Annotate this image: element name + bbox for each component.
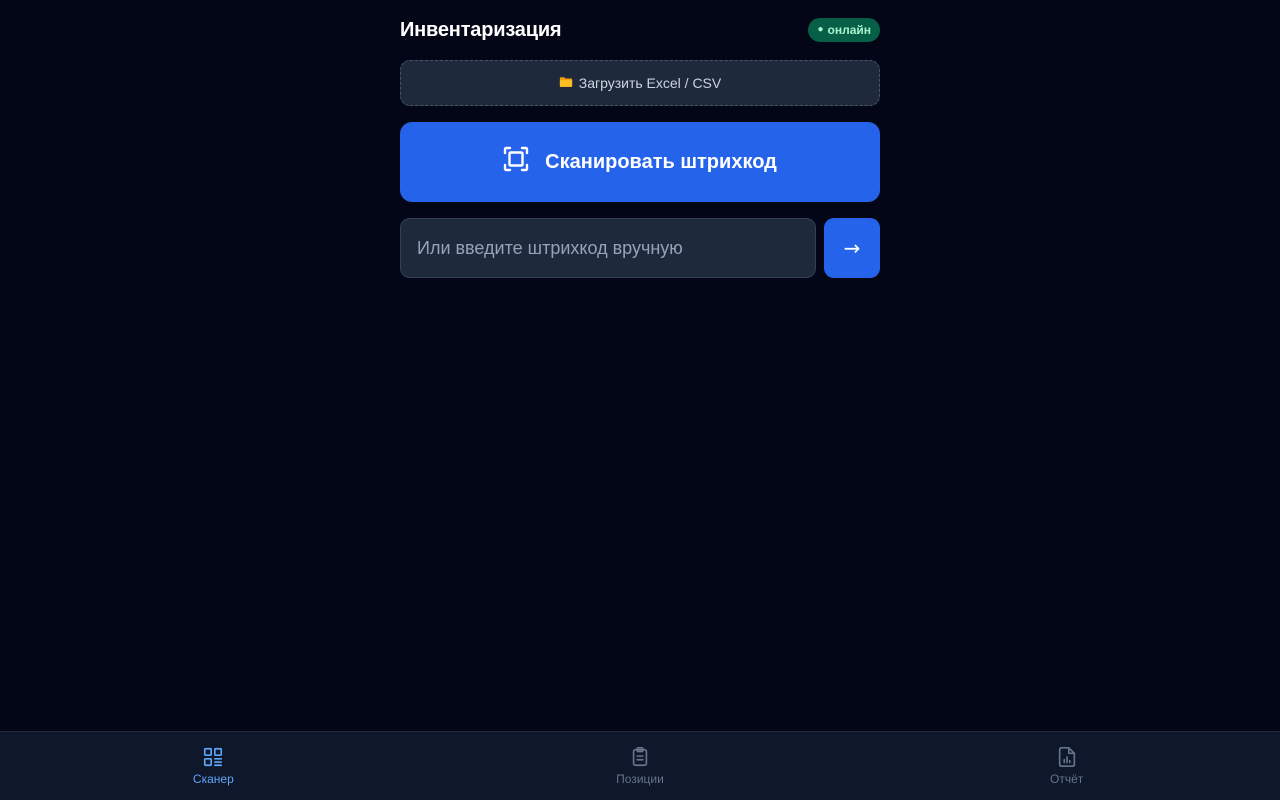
nav-label: Позиции — [616, 772, 664, 786]
bottom-nav: Сканер Позиции Отчёт — [0, 731, 1280, 800]
nav-label: Отчёт — [1050, 772, 1084, 786]
upload-file-button[interactable]: Загрузить Excel / CSV — [400, 60, 880, 106]
scan-label: Сканировать штрихкод — [545, 150, 777, 173]
header: Инвентаризация ● онлайн — [400, 0, 880, 60]
main-panel: Инвентаризация ● онлайн Загрузить Excel … — [400, 0, 880, 278]
folder-icon — [559, 75, 573, 92]
status-dot: ● — [817, 24, 824, 35]
barcode-input[interactable] — [400, 218, 816, 278]
scan-barcode-button[interactable]: Сканировать штрихкод — [400, 122, 880, 202]
status-label: онлайн — [827, 23, 872, 37]
nav-item-report[interactable]: Отчёт — [853, 732, 1280, 800]
nav-item-scanner[interactable]: Сканер — [0, 732, 427, 800]
app-root: Инвентаризация ● онлайн Загрузить Excel … — [0, 0, 1280, 800]
scanner-icon — [202, 746, 224, 768]
submit-barcode-button[interactable]: → — [824, 218, 880, 278]
nav-item-positions[interactable]: Позиции — [427, 732, 854, 800]
upload-label: Загрузить Excel / CSV — [578, 75, 722, 91]
nav-label: Сканер — [192, 772, 234, 786]
report-icon — [1056, 746, 1078, 768]
manual-entry-row: → — [400, 218, 880, 278]
clipboard-icon — [629, 746, 651, 768]
scan-frame-icon — [503, 146, 529, 178]
page-title: Инвентаризация — [400, 18, 562, 41]
status-badge: ● онлайн — [808, 18, 880, 42]
